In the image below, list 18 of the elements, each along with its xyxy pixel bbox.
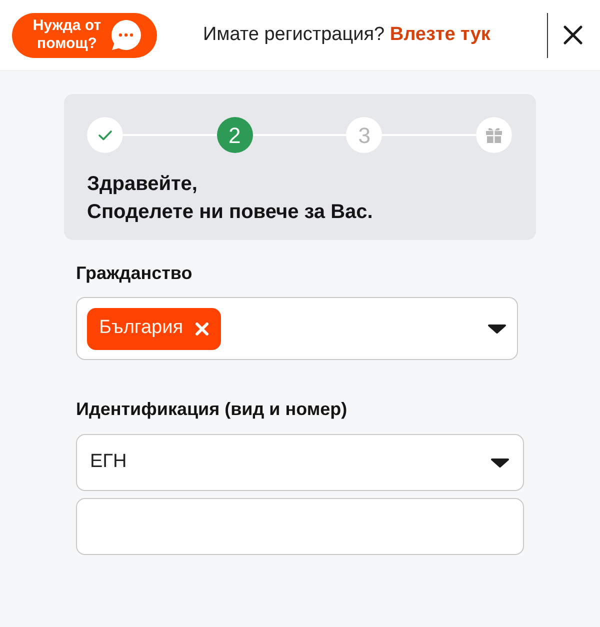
field-label: Идентификация (вид и номер) xyxy=(76,398,348,421)
caret-icon xyxy=(488,323,506,334)
chat-bubble-icon xyxy=(110,19,142,51)
country-tag[interactable]: България xyxy=(87,308,221,350)
help-button[interactable]: Нужда от помощ? xyxy=(12,12,157,58)
close-icon xyxy=(562,24,584,46)
field-label: Гражданство xyxy=(76,262,192,285)
id-number-input[interactable] xyxy=(76,498,524,555)
step-number: 3 xyxy=(346,117,382,153)
remove-icon[interactable] xyxy=(194,322,209,336)
step-number: 2 xyxy=(216,117,253,153)
id-type-select[interactable]: ЕГН xyxy=(76,434,524,491)
greeting-heading: Здравейте, Споделете ни повече за Вас. xyxy=(87,172,374,225)
caret-icon xyxy=(491,457,509,468)
close-button[interactable] xyxy=(562,24,584,46)
login-prompt: Имате регистрация? Влезте тук xyxy=(203,22,490,47)
login-link[interactable]: Влезте тук xyxy=(390,24,490,45)
citizenship-select[interactable]: България xyxy=(76,297,518,360)
